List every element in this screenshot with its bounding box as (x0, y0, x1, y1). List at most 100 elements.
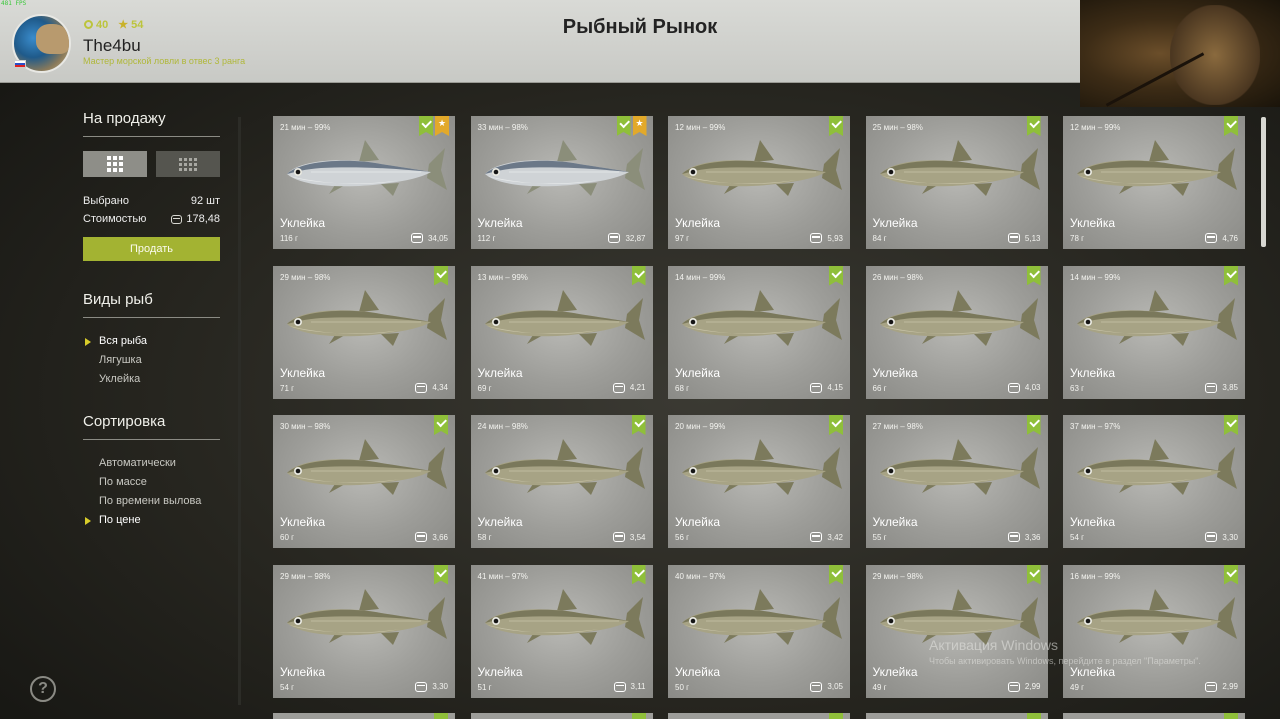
species-option[interactable]: Лягушка (83, 351, 220, 370)
coin-icon (1007, 233, 1020, 243)
selected-check-icon[interactable] (1224, 564, 1238, 585)
fish-card[interactable]: 21 мин – 99% ★ Уклейка 116 г 34,05 (273, 116, 455, 249)
fish-image (484, 439, 645, 495)
sort-option[interactable]: Автоматически (83, 454, 220, 473)
fish-card[interactable]: 16 мин – 99% Уклейка 49 г 2,99 (1063, 564, 1245, 698)
selected-check-icon[interactable] (829, 116, 843, 136)
catch-time-quality: 29 мин – 98% (280, 272, 331, 282)
selected-check-icon[interactable] (1026, 564, 1041, 585)
fish-price: 3,05 (810, 681, 843, 692)
sort-option[interactable]: По цене (83, 511, 220, 530)
small-grid-view-button[interactable] (156, 151, 220, 177)
fish-price: 3,11 (613, 681, 646, 692)
selected-check-icon[interactable] (631, 265, 646, 286)
fish-price: 5,13 (1007, 233, 1041, 243)
fish-card[interactable]: 30 мин – 98% Уклейка 60 г 3,66 (273, 415, 455, 548)
selected-check-icon[interactable] (434, 415, 448, 435)
fish-image (682, 289, 842, 346)
price-value: 34,05 (427, 233, 448, 243)
partial-card[interactable] (865, 713, 1048, 719)
fish-card[interactable]: 29 мин – 98% Уклейка 54 г 3,30 (273, 564, 455, 698)
selected-check-icon[interactable] (829, 415, 843, 435)
fish-price: 3,36 (1007, 532, 1041, 542)
fish-card[interactable]: 29 мин – 98% Уклейка 49 г 2,99 (865, 564, 1048, 698)
help-button[interactable]: ? (30, 676, 56, 702)
selected-check-icon[interactable] (434, 265, 448, 286)
coin-icon (1007, 532, 1020, 542)
top-bar: 481 FPS 40 ★ 54 The4bu Мастер морской ло… (0, 0, 1080, 83)
star-icon: ★ (118, 19, 129, 31)
selected-check-icon[interactable] (1026, 116, 1041, 136)
species-option[interactable]: Вся рыба (83, 332, 220, 351)
fish-name: Уклейка (477, 365, 523, 380)
selected-check-icon[interactable] (1224, 265, 1238, 286)
fish-name: Уклейка (1070, 664, 1116, 679)
fish-price: 3,54 (612, 532, 646, 542)
selected-check-icon[interactable] (434, 564, 448, 585)
sort-option[interactable]: По времени вылова (83, 492, 220, 511)
sell-button[interactable]: Продать (83, 237, 220, 261)
catch-time-quality: 29 мин – 98% (280, 571, 331, 581)
coin-icon (810, 681, 823, 692)
partial-card[interactable] (668, 713, 850, 719)
selected-check-icon[interactable] (829, 564, 843, 585)
selected-check-icon[interactable] (631, 564, 646, 585)
fish-weight: 63 г (1070, 383, 1085, 393)
fish-card[interactable]: 13 мин – 99% Уклейка 69 г 4,21 (470, 265, 653, 399)
trophy-star-icon: ★ (632, 116, 647, 136)
fish-card[interactable]: 40 мин – 97% Уклейка 50 г 3,05 (668, 564, 850, 698)
fish-weight: 54 г (280, 682, 295, 692)
partial-card[interactable] (1063, 713, 1245, 719)
coin-icon (171, 214, 183, 224)
windows-activation-watermark: Активация Windows Чтобы активировать Win… (929, 637, 1201, 666)
partial-card[interactable] (273, 713, 455, 719)
fish-image (287, 289, 447, 346)
species-option[interactable]: Уклейка (83, 370, 220, 389)
large-grid-view-button[interactable] (83, 151, 147, 177)
fish-card[interactable]: 29 мин – 98% Уклейка 71 г 4,34 (273, 265, 455, 399)
selected-check-icon[interactable] (829, 265, 843, 286)
catch-time-quality: 13 мин – 99% (477, 272, 528, 282)
catch-time-quality: 40 мин – 97% (675, 571, 726, 581)
catch-time-quality: 16 мин – 99% (1070, 571, 1121, 581)
fish-weight: 60 г (280, 533, 295, 542)
selected-check-icon[interactable] (1026, 265, 1041, 286)
fish-image (287, 588, 447, 645)
coin-icon (613, 681, 626, 692)
selected-check-icon[interactable] (616, 116, 631, 136)
fish-image (1077, 140, 1237, 196)
fish-card[interactable]: 20 мин – 99% Уклейка 56 г 3,42 (668, 415, 850, 548)
selected-check-icon[interactable] (631, 415, 646, 435)
selected-check-icon[interactable] (1224, 415, 1238, 435)
fish-card[interactable]: 27 мин – 98% Уклейка 55 г 3,36 (865, 415, 1048, 548)
selected-check-icon[interactable] (1026, 415, 1041, 435)
fish-weight: 68 г (675, 383, 690, 393)
selected-check-icon[interactable] (1224, 116, 1238, 136)
fish-card[interactable]: 26 мин – 98% Уклейка 66 г 4,03 (865, 265, 1048, 399)
fish-card[interactable]: 33 мин – 98% ★ Уклейка 112 г 32,87 (470, 116, 653, 249)
fish-card[interactable]: 37 мин – 97% Уклейка 54 г 3,30 (1063, 415, 1245, 548)
catch-time-quality: 25 мин – 98% (872, 123, 923, 132)
fish-card[interactable]: 14 мин – 99% Уклейка 68 г 4,15 (668, 265, 850, 399)
fish-name: Уклейка (477, 664, 523, 679)
fish-card[interactable]: 24 мин – 98% Уклейка 58 г 3,54 (470, 415, 653, 548)
fish-price: 3,30 (415, 681, 448, 692)
catch-time-quality: 12 мин – 99% (675, 123, 726, 132)
price-value: 4,34 (432, 383, 448, 392)
fish-card[interactable]: 12 мин – 99% Уклейка 97 г 5,93 (668, 116, 850, 249)
trophy-star-icon: ★ (435, 116, 449, 136)
fish-card[interactable]: 41 мин – 97% Уклейка 51 г 3,11 (470, 564, 653, 698)
sidebar-divider (238, 117, 241, 705)
fish-name: Уклейка (1070, 365, 1116, 380)
sort-option[interactable]: По массе (83, 473, 220, 492)
scrollbar-thumb[interactable] (1261, 117, 1266, 247)
selected-check-icon[interactable] (419, 116, 433, 136)
sort-list: Автоматически По массе По времени вылова По… (83, 454, 220, 530)
partial-card[interactable] (470, 713, 653, 719)
catch-time-quality: 21 мин – 99% (280, 123, 331, 132)
fish-card[interactable]: 12 мин – 99% Уклейка 78 г 4,76 (1063, 116, 1245, 249)
fish-card[interactable]: 25 мин – 98% Уклейка 84 г 5,13 (865, 116, 1048, 249)
fish-weight: 84 г (872, 234, 887, 243)
price-value: 3,30 (1222, 532, 1238, 542)
fish-card[interactable]: 14 мин – 99% Уклейка 63 г 3,85 (1063, 265, 1245, 399)
